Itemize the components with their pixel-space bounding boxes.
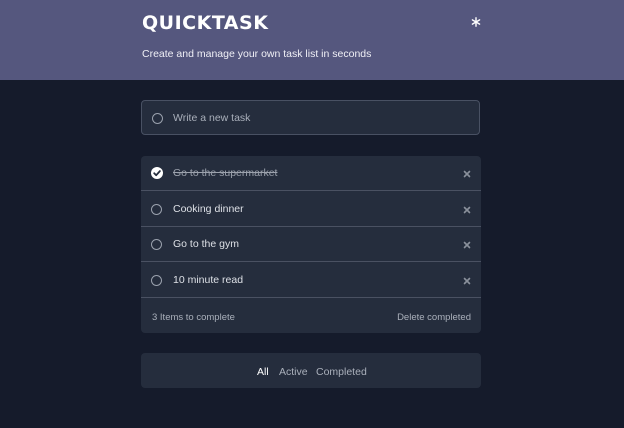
task-row: 10 minute read [141,263,481,298]
task-label: Cooking dinner [173,202,244,215]
close-icon[interactable] [461,167,473,179]
task-row: Cooking dinner [141,192,481,227]
filter-active[interactable]: Active [279,366,308,378]
task-row: Go to the gym [141,227,481,262]
circle-icon[interactable] [151,239,162,250]
new-task-field[interactable] [141,100,480,135]
checkmark-circle-icon[interactable] [151,167,163,179]
task-row: Go to the supermarket [141,156,481,191]
task-label: 10 minute read [173,273,244,286]
filter-all[interactable]: All [257,366,269,378]
close-icon[interactable] [461,203,473,215]
circle-icon[interactable] [151,274,162,286]
filter-bar: All Active Completed [141,353,481,388]
app-title: QUICKTASK [142,12,269,34]
task-label: Go to the gym [173,238,239,250]
items-left-count: 3 Items to complete [152,312,235,323]
header-banner: QUICKTASK Create and manage your own tas… [0,0,624,80]
new-task-circle-icon [152,112,163,124]
close-icon[interactable] [461,274,473,286]
list-footer: 3 Items to complete Delete completed [141,298,481,333]
snowflake-icon[interactable] [466,12,486,32]
task-list: Go to the supermarket Cooking dinner Go [141,156,481,333]
circle-icon[interactable] [151,203,162,215]
app-subtitle: Create and manage your own task list in … [142,48,372,60]
delete-completed-button[interactable]: Delete completed [397,312,471,323]
close-icon[interactable] [461,238,473,250]
filter-completed[interactable]: Completed [316,366,367,378]
new-task-input[interactable] [173,101,463,134]
task-label: Go to the supermarket [173,167,278,179]
